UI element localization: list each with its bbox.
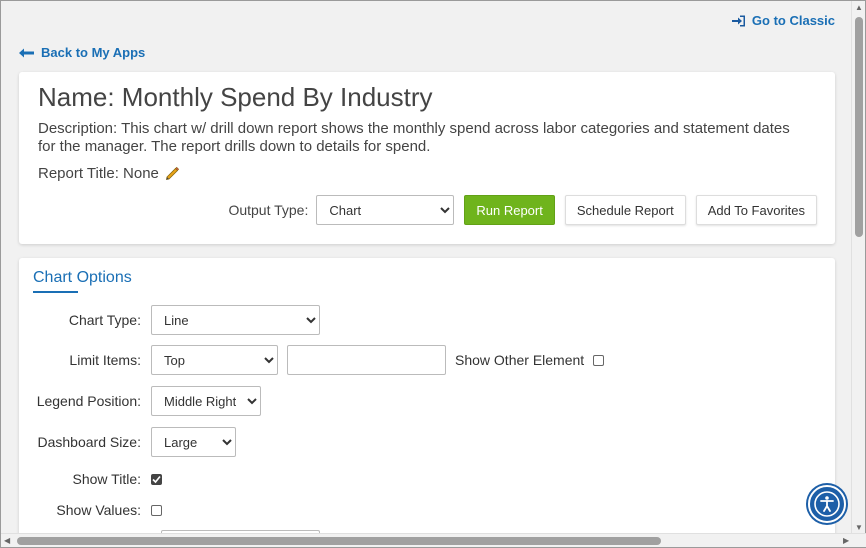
scroll-down-arrow-icon[interactable]: ▼	[855, 524, 863, 532]
show-other-element-label: Show Other Element	[455, 352, 585, 368]
legend-position-select[interactable]: Middle Right	[151, 386, 261, 416]
sign-in-icon	[731, 15, 745, 26]
accessibility-icon	[814, 491, 840, 517]
dashboard-size-label: Dashboard Size:	[37, 434, 141, 450]
scroll-right-arrow-icon[interactable]: ▶	[843, 537, 849, 545]
vertical-scrollbar[interactable]: ▲ ▼	[851, 1, 865, 535]
chart-type-label: Chart Type:	[68, 312, 141, 328]
report-title-label: Report Title: None	[38, 165, 159, 182]
limit-items-row: Limit Items: Top Show Other Element	[19, 345, 605, 375]
legend-position-row: Legend Position: Middle Right	[19, 386, 261, 416]
show-title-row: Show Title:	[19, 471, 162, 487]
report-header-card: Name: Monthly Spend By Industry Descript…	[19, 72, 835, 244]
vertical-scrollbar-thumb[interactable]	[855, 17, 863, 237]
check-icon	[152, 475, 161, 483]
show-title-label: Show Title:	[72, 471, 141, 487]
arrow-left-icon	[19, 48, 34, 57]
accessibility-button[interactable]	[808, 485, 846, 523]
show-values-checkbox[interactable]	[151, 504, 162, 516]
show-values-label: Show Values:	[56, 502, 141, 518]
chart-type-row: Chart Type: Line	[19, 305, 320, 335]
limit-items-label: Limit Items:	[69, 352, 141, 368]
go-to-classic-label: Go to Classic	[751, 13, 835, 28]
show-values-row: Show Values:	[19, 502, 162, 518]
limit-items-count-input[interactable]	[287, 345, 446, 375]
horizontal-scrollbar-thumb[interactable]	[17, 537, 661, 545]
add-to-favorites-button[interactable]: Add To Favorites	[695, 195, 817, 225]
report-actions: Output Type: Chart Run Report Schedule R…	[228, 195, 817, 225]
report-title-row: Report Title: None	[38, 165, 180, 182]
run-report-button[interactable]: Run Report	[464, 195, 555, 225]
output-type-label: Output Type:	[228, 202, 309, 218]
tab-active-underline	[33, 291, 78, 293]
chart-options-card: Chart Options Chart Type: Line Limit Ite…	[19, 258, 835, 535]
horizontal-scrollbar[interactable]: ◀ ▶	[1, 533, 866, 547]
show-other-element-checkbox[interactable]	[593, 354, 605, 366]
page-viewport: Go to Classic Back to My Apps Name: Mont…	[1, 1, 853, 535]
scroll-up-arrow-icon[interactable]: ▲	[855, 4, 863, 12]
back-to-my-apps-label: Back to My Apps	[41, 45, 146, 60]
limit-items-select[interactable]: Top	[151, 345, 278, 375]
report-name: Name: Monthly Spend By Industry	[38, 82, 433, 112]
back-to-my-apps-link[interactable]: Back to My Apps	[19, 45, 145, 60]
go-to-classic-link[interactable]: Go to Classic	[731, 13, 835, 28]
tab-chart-options[interactable]: Chart Options	[33, 269, 132, 287]
dashboard-size-row: Dashboard Size: Large	[19, 427, 236, 457]
show-title-checkbox[interactable]	[151, 473, 162, 485]
scroll-left-arrow-icon[interactable]: ◀	[4, 537, 10, 545]
output-type-select[interactable]: Chart	[316, 195, 455, 225]
schedule-report-button[interactable]: Schedule Report	[564, 195, 686, 225]
dashboard-size-select[interactable]: Large	[151, 427, 236, 457]
report-description: Description: This chart w/ drill down re…	[38, 120, 790, 155]
legend-position-label: Legend Position:	[36, 393, 141, 409]
pencil-icon[interactable]	[165, 166, 180, 181]
chart-type-select[interactable]: Line	[151, 305, 320, 335]
